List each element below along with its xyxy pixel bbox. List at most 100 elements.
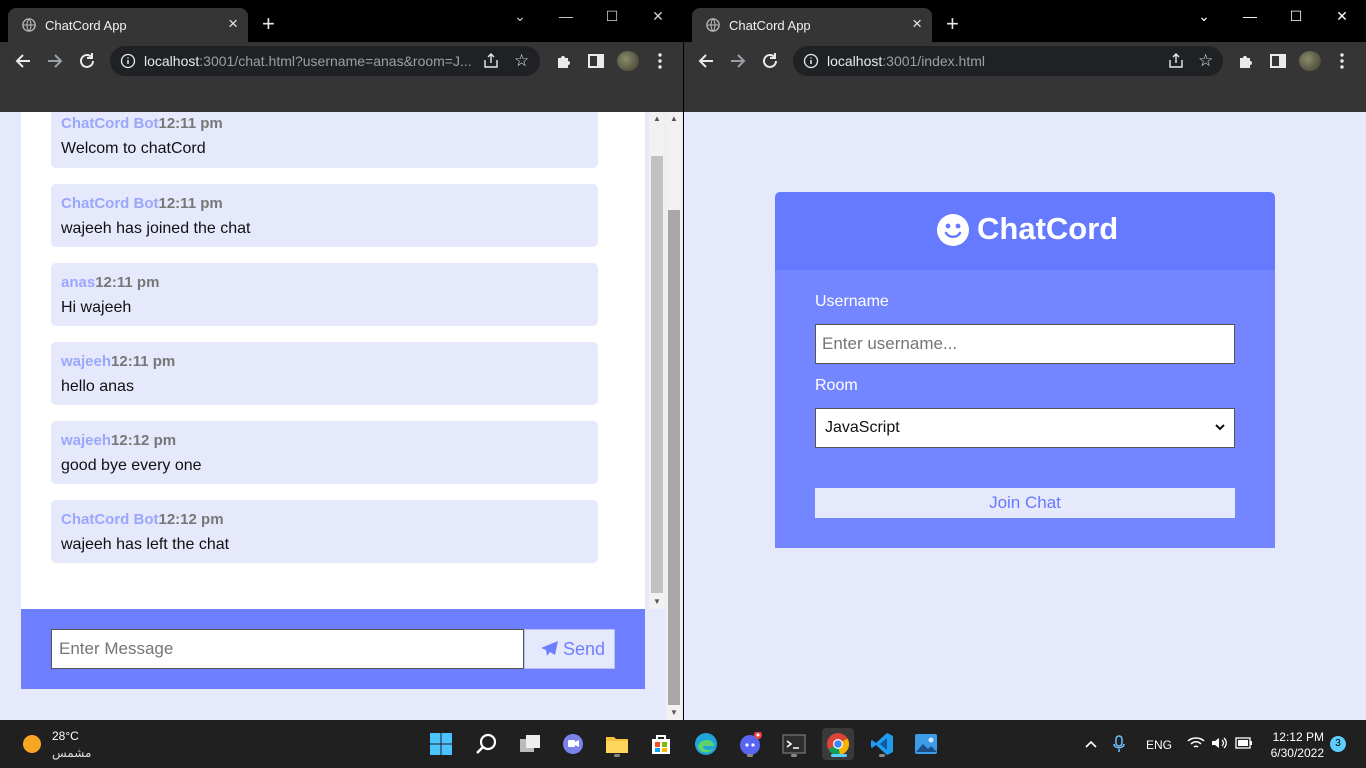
message-input[interactable]: Enter Message <box>51 629 524 669</box>
chat-scrollbar-thumb[interactable] <box>651 156 663 593</box>
extensions-icon[interactable] <box>554 51 574 71</box>
address-bar[interactable]: localhost:3001/index.html ☆ <box>793 46 1223 76</box>
join-form: Username Enter username... Room JavaScri… <box>775 270 1275 548</box>
side-panel-icon[interactable] <box>586 51 606 71</box>
message-username: ChatCord Bot <box>61 115 159 132</box>
message-meta: ChatCord Bot12:12 pm <box>61 511 224 528</box>
reload-icon[interactable] <box>759 50 781 72</box>
microphone-icon[interactable] <box>1112 735 1126 753</box>
reload-icon[interactable] <box>76 50 98 72</box>
send-button[interactable]: Send <box>524 629 615 669</box>
globe-icon <box>22 18 36 32</box>
page-scroll-down-icon[interactable]: ▼ <box>666 706 682 720</box>
message-text: good bye every one <box>61 457 202 474</box>
scroll-down-icon[interactable]: ▼ <box>649 595 665 609</box>
page-scroll-up-icon[interactable]: ▲ <box>666 112 682 126</box>
message-time: 12:11 pm <box>158 115 223 132</box>
taskbar: 28°C مشمس ENG 12:12 PM 6/30/2022 <box>0 720 1366 768</box>
message-item: ChatCord Bot12:12 pm wajeeh has left the… <box>51 500 598 563</box>
message-text: wajeeh has joined the chat <box>61 220 251 237</box>
message-meta: wajeeh12:12 pm <box>61 432 176 449</box>
tab-search-icon[interactable]: ⌄ <box>1181 6 1227 26</box>
bookmark-star-icon[interactable]: ☆ <box>514 51 529 71</box>
chat-form: Enter Message Send <box>21 609 645 689</box>
page-scrollbar-thumb[interactable] <box>668 210 680 705</box>
system-tray: ENG 12:12 PM 6/30/2022 <box>0 720 1366 768</box>
message-item: wajeeh12:11 pm hello anas <box>51 342 598 405</box>
message-time: 12:12 pm <box>111 432 177 449</box>
maximize-icon[interactable]: ☐ <box>589 6 635 26</box>
close-window-icon[interactable]: ✕ <box>1319 6 1365 26</box>
extensions-icon[interactable] <box>1236 51 1256 71</box>
forward-icon[interactable] <box>727 50 749 72</box>
share-icon[interactable] <box>1167 52 1185 70</box>
battery-icon[interactable] <box>1235 737 1253 749</box>
tab-chatcord-app[interactable]: ChatCord App × <box>692 8 932 42</box>
message-time: 12:11 pm <box>158 195 223 212</box>
send-button-label: Send <box>563 639 606 659</box>
minimize-icon[interactable]: — <box>543 6 589 26</box>
address-bar[interactable]: localhost:3001/chat.html?username=anas&r… <box>110 46 540 76</box>
language-indicator[interactable]: ENG <box>1146 738 1172 752</box>
volume-icon[interactable] <box>1211 736 1229 750</box>
message-item: wajeeh12:12 pm good bye every one <box>51 421 598 484</box>
wifi-icon[interactable] <box>1187 736 1205 750</box>
message-item: ChatCord Bot12:11 pm Welcom to chatCord <box>51 112 598 168</box>
bookmarks-bar <box>0 80 683 112</box>
tab-strip: ChatCord App × + ⌄ — ☐ ✕ <box>684 0 1366 42</box>
join-chat-button[interactable]: Join Chat <box>815 488 1235 518</box>
side-panel-icon[interactable] <box>1268 51 1288 71</box>
message-time: 12:11 pm <box>111 353 176 370</box>
tab-search-icon[interactable]: ⌄ <box>497 6 543 26</box>
url-path: :3001/chat.html?username=anas&room=J... <box>199 53 472 69</box>
join-browser-window: ChatCord App × + ⌄ — ☐ ✕ localhost:3001/… <box>684 0 1366 720</box>
profile-avatar[interactable] <box>1299 51 1321 71</box>
message-username: ChatCord Bot <box>61 195 159 212</box>
bookmark-star-icon[interactable]: ☆ <box>1198 51 1213 71</box>
chevron-up-icon[interactable] <box>1084 737 1098 751</box>
room-label: Room <box>815 377 858 394</box>
back-icon[interactable] <box>695 50 717 72</box>
tab-title: ChatCord App <box>45 18 127 33</box>
window-controls: ⌄ — ☐ ✕ <box>497 6 681 26</box>
system-clock[interactable]: 12:12 PM 6/30/2022 <box>1264 729 1324 761</box>
tab-chatcord-app[interactable]: ChatCord App × <box>8 8 248 42</box>
username-input[interactable]: Enter username... <box>815 324 1235 364</box>
new-tab-icon[interactable]: + <box>946 13 959 35</box>
menu-kebab-icon[interactable] <box>650 51 670 71</box>
join-page-viewport: ChatCord Username Enter username... Room… <box>684 112 1366 720</box>
menu-kebab-icon[interactable] <box>1332 51 1352 71</box>
brand-title: ChatCord <box>977 211 1119 246</box>
room-selected-value: JavaScript <box>825 419 900 436</box>
chat-messages[interactable]: ChatCord Bot12:11 pm Welcom to chatCord … <box>21 112 645 609</box>
site-info-icon[interactable] <box>120 53 136 69</box>
room-select[interactable]: JavaScript <box>815 408 1235 448</box>
message-text: hello anas <box>61 378 134 395</box>
chat-container: ChatCord Bot12:11 pm Welcom to chatCord … <box>21 112 665 689</box>
profile-avatar[interactable] <box>617 51 639 71</box>
forward-icon[interactable] <box>44 50 66 72</box>
url-text: localhost:3001/chat.html?username=anas&r… <box>144 53 474 69</box>
window-controls: ⌄ — ☐ ✕ <box>1181 6 1365 26</box>
scroll-up-icon[interactable]: ▲ <box>649 112 665 126</box>
maximize-icon[interactable]: ☐ <box>1273 6 1319 26</box>
message-time: 12:12 pm <box>158 511 224 528</box>
clock-time: 12:12 PM <box>1272 730 1324 744</box>
minimize-icon[interactable]: — <box>1227 6 1273 26</box>
new-tab-icon[interactable]: + <box>262 13 275 35</box>
chat-scrollbar[interactable]: ▲ ▼ <box>649 112 665 609</box>
back-icon[interactable] <box>12 50 34 72</box>
site-info-icon[interactable] <box>803 53 819 69</box>
message-username: wajeeh <box>61 353 112 370</box>
message-time: 12:11 pm <box>95 274 160 291</box>
message-text: wajeeh has left the chat <box>61 536 230 553</box>
notification-badge[interactable]: 3 <box>1330 736 1346 752</box>
close-window-icon[interactable]: ✕ <box>635 6 681 26</box>
share-icon[interactable] <box>482 52 500 70</box>
message-text: Hi wajeeh <box>61 299 132 316</box>
page-scrollbar[interactable]: ▲ ▼ <box>666 112 682 720</box>
close-tab-icon[interactable]: × <box>228 14 238 34</box>
message-meta: ChatCord Bot12:11 pm <box>61 195 223 212</box>
clock-date: 6/30/2022 <box>1270 746 1324 760</box>
close-tab-icon[interactable]: × <box>912 14 922 34</box>
